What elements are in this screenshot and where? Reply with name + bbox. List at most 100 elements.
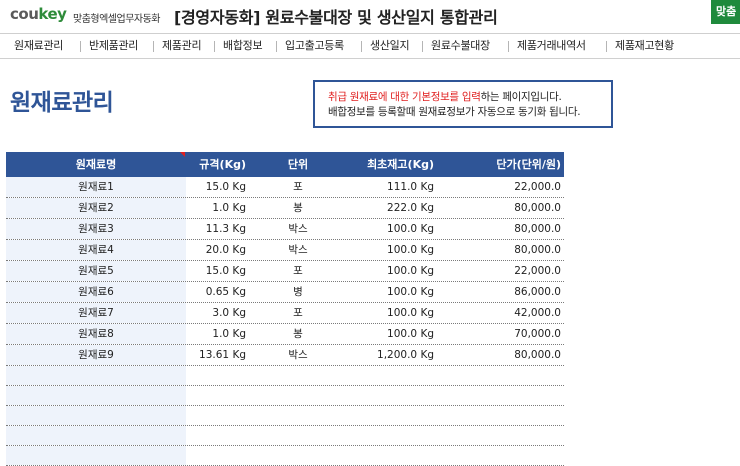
- empty-table-row[interactable]: [6, 366, 564, 386]
- unit-cell[interactable]: 포: [268, 177, 328, 197]
- initial-stock-cell[interactable]: 1,200.0 Kg: [328, 345, 434, 365]
- nav-divider: [422, 41, 423, 52]
- initial-stock-cell[interactable]: 100.0 Kg: [328, 261, 434, 281]
- corner-button[interactable]: 맞춤: [711, 0, 740, 24]
- unit-cell[interactable]: 박스: [268, 240, 328, 260]
- unit-price-cell[interactable]: 80,000.0: [456, 219, 561, 239]
- spec-cell[interactable]: 0.65 Kg: [186, 282, 246, 302]
- table-row: 원재료5 15.0 Kg 포 100.0 Kg 22,000.0: [6, 261, 564, 282]
- initial-stock-cell[interactable]: 100.0 Kg: [328, 219, 434, 239]
- unit-price-cell[interactable]: 80,000.0: [456, 198, 561, 218]
- logo-text: cou: [10, 5, 39, 23]
- column-header-unit-price[interactable]: 단가(단위/원): [456, 152, 561, 177]
- initial-stock-cell[interactable]: 100.0 Kg: [328, 282, 434, 302]
- nav-divider: [153, 41, 154, 52]
- name-column-fill: [6, 446, 186, 465]
- initial-stock-cell[interactable]: 100.0 Kg: [328, 324, 434, 344]
- material-name-cell[interactable]: 원재료4: [6, 240, 186, 260]
- table-row: 원재료1 15.0 Kg 포 111.0 Kg 22,000.0: [6, 177, 564, 198]
- nav-item-production-log[interactable]: 생산일지: [370, 34, 410, 58]
- unit-price-cell[interactable]: 80,000.0: [456, 345, 561, 365]
- column-header-unit[interactable]: 단위: [268, 152, 328, 177]
- unit-cell[interactable]: 병: [268, 282, 328, 302]
- empty-table-row[interactable]: [6, 426, 564, 446]
- info-highlight: 취급 원재료에 대한 기본정보를 입력: [328, 91, 481, 103]
- coukey-logo[interactable]: coukey: [10, 5, 67, 23]
- spec-cell[interactable]: 1.0 Kg: [186, 198, 246, 218]
- app-header: coukey 맞춤형엑셀업무자동화 [경영자동화] 원료수불대장 및 생산일지 …: [0, 0, 740, 34]
- material-name-cell[interactable]: 원재료1: [6, 177, 186, 197]
- spec-cell[interactable]: 11.3 Kg: [186, 219, 246, 239]
- material-name-cell[interactable]: 원재료9: [6, 345, 186, 365]
- initial-stock-cell[interactable]: 111.0 Kg: [328, 177, 434, 197]
- column-header-spec[interactable]: 규격(Kg): [186, 152, 246, 177]
- empty-table-row[interactable]: [6, 446, 564, 466]
- nav-item-in-out-register[interactable]: 입고출고등록: [285, 34, 344, 58]
- column-header-name[interactable]: 원재료명: [6, 152, 186, 177]
- nav-divider: [80, 41, 81, 52]
- nav-item-material-ledger[interactable]: 원료수불대장: [431, 34, 490, 58]
- nav-divider: [606, 41, 607, 52]
- unit-price-cell[interactable]: 22,000.0: [456, 177, 561, 197]
- name-column-fill: [6, 406, 186, 425]
- nav-item-raw-materials[interactable]: 원재료관리: [14, 34, 63, 58]
- material-name-cell[interactable]: 원재료5: [6, 261, 186, 281]
- logo-subtitle: 맞춤형엑셀업무자동화: [73, 14, 161, 25]
- unit-cell[interactable]: 봉: [268, 198, 328, 218]
- name-column-fill: [6, 366, 186, 385]
- material-name-cell[interactable]: 원재료6: [6, 282, 186, 302]
- spec-cell[interactable]: 15.0 Kg: [186, 177, 246, 197]
- column-header-initial-stock[interactable]: 최초재고(Kg): [328, 152, 434, 177]
- nav-divider: [276, 41, 277, 52]
- page-title: 원재료관리: [10, 90, 114, 116]
- unit-cell[interactable]: 포: [268, 261, 328, 281]
- table-row: 원재료8 1.0 Kg 봉 100.0 Kg 70,000.0: [6, 324, 564, 345]
- info-box: 취급 원재료에 대한 기본정보를 입력하는 페이지입니다. 배합정보를 등록할때…: [313, 80, 613, 128]
- unit-price-cell[interactable]: 42,000.0: [456, 303, 561, 323]
- empty-table-row[interactable]: [6, 386, 564, 406]
- table-row: 원재료7 3.0 Kg 포 100.0 Kg 42,000.0: [6, 303, 564, 324]
- unit-cell[interactable]: 포: [268, 303, 328, 323]
- initial-stock-cell[interactable]: 100.0 Kg: [328, 240, 434, 260]
- table-row: 원재료6 0.65 Kg 병 100.0 Kg 86,000.0: [6, 282, 564, 303]
- nav-item-semi-products[interactable]: 반제품관리: [89, 34, 138, 58]
- nav-divider: [214, 41, 215, 52]
- table-row: 원재료9 13.61 Kg 박스 1,200.0 Kg 80,000.0: [6, 345, 564, 366]
- nav-item-mix-info[interactable]: 배합정보: [223, 34, 263, 58]
- material-name-cell[interactable]: 원재료7: [6, 303, 186, 323]
- unit-cell[interactable]: 박스: [268, 219, 328, 239]
- unit-price-cell[interactable]: 22,000.0: [456, 261, 561, 281]
- unit-price-cell[interactable]: 80,000.0: [456, 240, 561, 260]
- material-name-cell[interactable]: 원재료2: [6, 198, 186, 218]
- info-text: 하는 페이지입니다.: [480, 91, 562, 103]
- info-line-2: 배합정보를 등록할때 원재료정보가 자동으로 동기화 됩니다.: [328, 106, 581, 118]
- top-nav: 원재료관리 반제품관리 제품관리 배합정보 입고출고등록 생산일지 원료수불대장…: [0, 34, 740, 59]
- unit-price-cell[interactable]: 86,000.0: [456, 282, 561, 302]
- spec-cell[interactable]: 3.0 Kg: [186, 303, 246, 323]
- spec-cell[interactable]: 1.0 Kg: [186, 324, 246, 344]
- spec-cell[interactable]: 15.0 Kg: [186, 261, 246, 281]
- unit-cell[interactable]: 봉: [268, 324, 328, 344]
- nav-item-trade-statement[interactable]: 제품거래내역서: [517, 34, 586, 58]
- initial-stock-cell[interactable]: 222.0 Kg: [328, 198, 434, 218]
- nav-item-products[interactable]: 제품관리: [162, 34, 202, 58]
- nav-item-product-stock[interactable]: 제품재고현황: [615, 34, 674, 58]
- document-title: [경영자동화] 원료수불대장 및 생산일지 통합관리: [174, 8, 498, 27]
- table-header: 원재료명 규격(Kg) 단위 최초재고(Kg) 단가(단위/원): [6, 152, 564, 177]
- spec-cell[interactable]: 20.0 Kg: [186, 240, 246, 260]
- spec-cell[interactable]: 13.61 Kg: [186, 345, 246, 365]
- table-row: 원재료2 1.0 Kg 봉 222.0 Kg 80,000.0: [6, 198, 564, 219]
- material-name-cell[interactable]: 원재료3: [6, 219, 186, 239]
- info-line-1: 취급 원재료에 대한 기본정보를 입력하는 페이지입니다.: [328, 90, 611, 105]
- logo-highlight: key: [38, 5, 67, 23]
- empty-table-row[interactable]: [6, 406, 564, 426]
- name-column-fill: [6, 426, 186, 445]
- table-row: 원재료4 20.0 Kg 박스 100.0 Kg 80,000.0: [6, 240, 564, 261]
- table-row: 원재료3 11.3 Kg 박스 100.0 Kg 80,000.0: [6, 219, 564, 240]
- comment-indicator: [180, 152, 185, 157]
- material-name-cell[interactable]: 원재료8: [6, 324, 186, 344]
- nav-divider: [508, 41, 509, 52]
- unit-cell[interactable]: 박스: [268, 345, 328, 365]
- initial-stock-cell[interactable]: 100.0 Kg: [328, 303, 434, 323]
- unit-price-cell[interactable]: 70,000.0: [456, 324, 561, 344]
